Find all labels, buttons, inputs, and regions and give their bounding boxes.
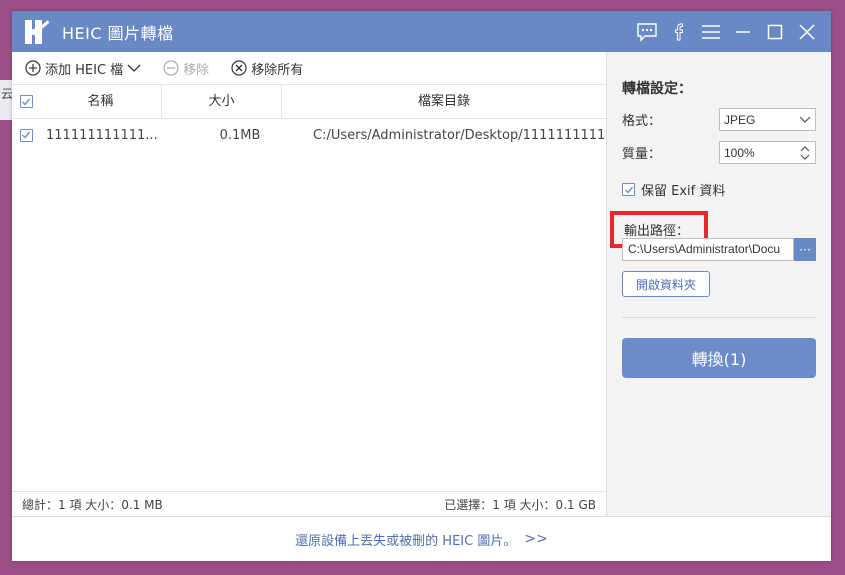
remove-all-button[interactable]: 移除所有: [231, 59, 303, 78]
spinner-arrows-icon[interactable]: [799, 145, 811, 161]
select-all-cell: [12, 95, 40, 108]
format-label: 格式：: [622, 114, 662, 129]
file-name-cell: 111111111111...: [46, 127, 158, 143]
file-toolbar: 添加 HEIC 檔 移除 移除所有: [12, 52, 606, 85]
format-value: JPEG: [724, 112, 756, 127]
quality-value: 100%: [724, 145, 755, 160]
total-status: 總計：1 項 大小：0.1 MB: [22, 497, 163, 512]
app-title: HEIC 圖片轉檔: [62, 23, 174, 43]
row-checkbox[interactable]: [19, 128, 33, 142]
settings-divider: [622, 317, 816, 318]
table-header: 名稱 大小 檔案目錄: [12, 84, 606, 119]
output-path-row: C:\Users\Administrator\Docu ···: [622, 238, 816, 261]
desktop-edge-text: 云: [0, 80, 12, 120]
settings-title: 轉檔設定：: [622, 81, 692, 97]
remove-button[interactable]: 移除: [163, 59, 209, 78]
remove-all-icon: [231, 60, 247, 76]
file-path-cell: C:/Users/Administrator/Desktop/111111111…: [313, 127, 606, 143]
output-path-label: 輸出路徑：: [624, 224, 690, 239]
remove-label: 移除: [183, 62, 210, 78]
close-icon: [799, 23, 815, 40]
select-all-checkbox[interactable]: [19, 95, 33, 108]
menu-icon: [702, 24, 720, 39]
column-header-name[interactable]: 名稱: [40, 84, 162, 119]
minimize-button[interactable]: [727, 11, 759, 52]
maximize-icon: [767, 24, 783, 39]
exif-option[interactable]: 保留 Exif 資料: [622, 180, 816, 199]
minimize-icon: [736, 30, 750, 33]
app-logo-icon: [25, 19, 49, 44]
feedback-button[interactable]: [631, 11, 663, 52]
convert-button[interactable]: 轉換(1): [622, 338, 816, 378]
table-row[interactable]: 111111111111... 0.1MB C:/Users/Administr…: [12, 119, 606, 151]
facebook-button[interactable]: [663, 11, 695, 52]
exif-label: 保留 Exif 資料: [641, 184, 726, 199]
menu-button[interactable]: [695, 11, 727, 52]
quality-stepper[interactable]: 100%: [719, 141, 816, 164]
column-header-size[interactable]: 大小: [162, 84, 282, 119]
browse-button[interactable]: ···: [794, 238, 816, 261]
selected-status: 已選擇：1 項 大小：0.1 GB: [444, 497, 596, 512]
add-heic-label: 添加 HEIC 檔: [45, 62, 124, 78]
close-button[interactable]: [791, 11, 823, 52]
window-controls: [631, 11, 823, 52]
feedback-icon: [637, 22, 657, 42]
file-size-cell: 0.1MB: [219, 127, 261, 143]
remove-circle-icon: [163, 60, 179, 76]
title-bar: HEIC 圖片轉檔: [12, 11, 831, 52]
file-list-panel: 添加 HEIC 檔 移除 移除所有 名稱 大小 檔案目錄 11111111111…: [12, 52, 606, 516]
recovery-link[interactable]: 還原設備上丟失或被刪的 HEIC 圖片。: [295, 530, 516, 549]
check-icon: [624, 186, 633, 194]
output-path-input[interactable]: C:\Users\Administrator\Docu: [622, 238, 794, 261]
open-folder-button[interactable]: 開啟資料夾: [622, 271, 710, 297]
convert-settings-panel: 轉檔設定： 格式： JPEG 質量： 100% 保留 Exif 資料 輸出路徑：…: [606, 52, 831, 516]
status-bar: 總計：1 項 大小：0.1 MB 已選擇：1 項 大小：0.1 GB: [12, 491, 606, 516]
add-heic-button[interactable]: 添加 HEIC 檔: [25, 59, 141, 78]
maximize-button[interactable]: [759, 11, 791, 52]
format-select[interactable]: JPEG: [719, 108, 816, 131]
add-circle-icon: [25, 60, 41, 76]
recovery-arrow[interactable]: >>: [524, 531, 547, 547]
app-window: HEIC 圖片轉檔 添加 HEIC 檔 移除 移除所有 名稱 大小 檔案目錄 1…: [12, 11, 831, 561]
check-icon: [22, 98, 31, 106]
chevron-down-icon: [799, 116, 811, 123]
exif-checkbox[interactable]: [622, 183, 635, 196]
check-icon: [22, 131, 31, 139]
quality-field: 質量： 100%: [622, 141, 816, 164]
chevron-down-icon: [127, 64, 141, 72]
remove-all-label: 移除所有: [251, 62, 304, 78]
row-checkbox-cell: [12, 128, 40, 142]
recovery-footer: 還原設備上丟失或被刪的 HEIC 圖片。 >>: [12, 516, 831, 561]
format-field: 格式： JPEG: [622, 108, 816, 131]
column-header-path[interactable]: 檔案目錄: [282, 85, 606, 119]
facebook-icon: [675, 23, 683, 40]
quality-label: 質量：: [622, 147, 662, 162]
